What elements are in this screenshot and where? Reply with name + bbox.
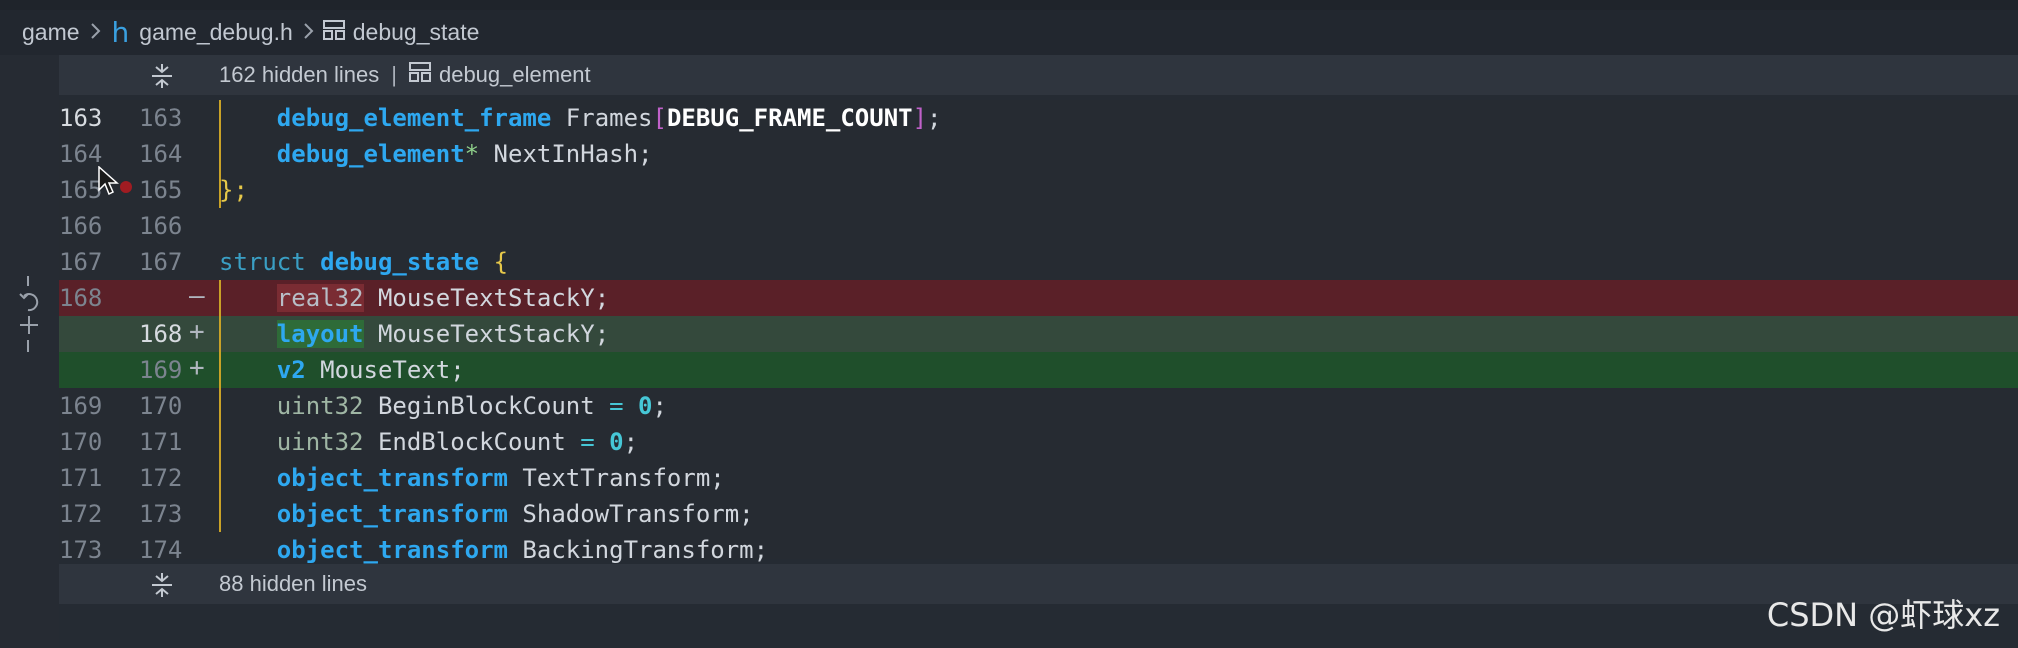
- hidden-lines-count: 162 hidden lines: [219, 62, 380, 87]
- breadcrumb-item-file[interactable]: h game_debug.h: [110, 16, 293, 49]
- separator: |: [391, 62, 397, 87]
- line-number-new: 170: [139, 392, 183, 420]
- code-line: 166 166: [59, 208, 2018, 244]
- code-text: real32 MouseTextStackY;: [276, 284, 610, 312]
- chevron-right-icon: [90, 20, 102, 46]
- line-number-old: 166: [59, 212, 103, 240]
- line-number-old: 167: [59, 248, 103, 276]
- code-line: 171 172 object_transform TextTransform;: [59, 460, 2018, 496]
- line-number-new: 163: [139, 104, 183, 132]
- code-text: struct debug_state {: [219, 244, 509, 282]
- code-text: object_transform TextTransform;: [276, 464, 725, 492]
- struct-icon: [408, 62, 431, 88]
- added-marker: +: [189, 353, 205, 383]
- mouse-cursor-icon: [98, 165, 120, 203]
- breadcrumb-item-folder[interactable]: game: [22, 19, 80, 46]
- code-text: uint32 EndBlockCount = 0;: [276, 428, 639, 456]
- hidden-lines-info: 162 hidden lines | debug_element: [219, 62, 591, 88]
- hidden-lines-count: 88 hidden lines: [219, 571, 368, 596]
- unfold-icon[interactable]: [149, 63, 175, 95]
- line-number-new: 164: [139, 140, 183, 168]
- top-strip: [0, 0, 2018, 10]
- code-text: layout MouseTextStackY;: [276, 320, 610, 348]
- code-line: 172 173 object_transform ShadowTransform…: [59, 496, 2018, 532]
- code-text: object_transform BackingTransform;: [276, 536, 769, 564]
- diff-editor[interactable]: 163 163 debug_element_frame Frames[DEBUG…: [59, 100, 2018, 564]
- breadcrumb-label-symbol: debug_state: [352, 19, 480, 45]
- code-line: 167 167 struct debug_state {: [59, 244, 2018, 282]
- code-text: debug_element_frame Frames[DEBUG_FRAME_C…: [276, 104, 942, 132]
- line-number-old: 173: [59, 536, 103, 564]
- code-line: 164 164 debug_element* NextInHash;: [59, 136, 2018, 172]
- line-number-new: 174: [139, 536, 183, 564]
- breadcrumb-item-symbol[interactable]: debug_state: [322, 19, 480, 46]
- added-line: 169 + v2 MouseText;: [59, 352, 2018, 388]
- line-number-old: 170: [59, 428, 103, 456]
- c-header-file-icon: h: [111, 16, 130, 49]
- hidden-lines-bar-bottom[interactable]: 88 hidden lines: [59, 564, 2018, 604]
- code-line: 165 165 };: [59, 172, 2018, 208]
- breadcrumb-label-folder: game: [22, 19, 80, 45]
- code-text: debug_element* NextInHash;: [276, 140, 653, 168]
- chevron-right-icon: [303, 20, 315, 46]
- revert-icon[interactable]: [14, 272, 44, 358]
- line-number-old: 171: [59, 464, 103, 492]
- diff-actions: [14, 272, 44, 362]
- line-number-old: 168: [59, 284, 103, 312]
- breadcrumb: game h game_debug.h debug_state: [0, 10, 2018, 55]
- line-number-new: 173: [139, 500, 183, 528]
- struct-icon: [322, 19, 345, 46]
- code-line: 169 170 uint32 BeginBlockCount = 0;: [59, 388, 2018, 424]
- hidden-lines-symbol: debug_element: [438, 62, 591, 87]
- line-number-new: 165: [139, 176, 183, 204]
- deleted-marker: —: [189, 281, 205, 311]
- line-number-new: 172: [139, 464, 183, 492]
- code-text: uint32 BeginBlockCount = 0;: [276, 392, 667, 420]
- added-marker: +: [189, 317, 205, 347]
- line-number-new: 169: [139, 356, 183, 384]
- line-number-old: 163: [59, 104, 103, 132]
- breakpoint-icon[interactable]: [120, 181, 132, 193]
- line-number-new: 171: [139, 428, 183, 456]
- deleted-line: 168 — real32 MouseTextStackY;: [59, 280, 2018, 316]
- line-number-old: 172: [59, 500, 103, 528]
- code-text: object_transform ShadowTransform;: [276, 500, 754, 528]
- line-number-old: 169: [59, 392, 103, 420]
- line-number-new: 167: [139, 248, 183, 276]
- hidden-lines-bar-top[interactable]: 162 hidden lines | debug_element: [59, 55, 2018, 95]
- code-line: 163 163 debug_element_frame Frames[DEBUG…: [59, 100, 2018, 136]
- code-line: 173 174 object_transform BackingTransfor…: [59, 532, 2018, 568]
- line-number-new: 166: [139, 212, 183, 240]
- code-line: 170 171 uint32 EndBlockCount = 0;: [59, 424, 2018, 460]
- unfold-icon[interactable]: [149, 572, 175, 604]
- line-number-new: 168: [139, 320, 183, 348]
- breadcrumb-label-file: game_debug.h: [139, 19, 293, 45]
- watermark: CSDN @虾球xz: [1766, 596, 2000, 634]
- added-line: 168 + layout MouseTextStackY;: [59, 316, 2018, 352]
- code-text: v2 MouseText;: [276, 356, 465, 384]
- code-text: };: [219, 176, 248, 204]
